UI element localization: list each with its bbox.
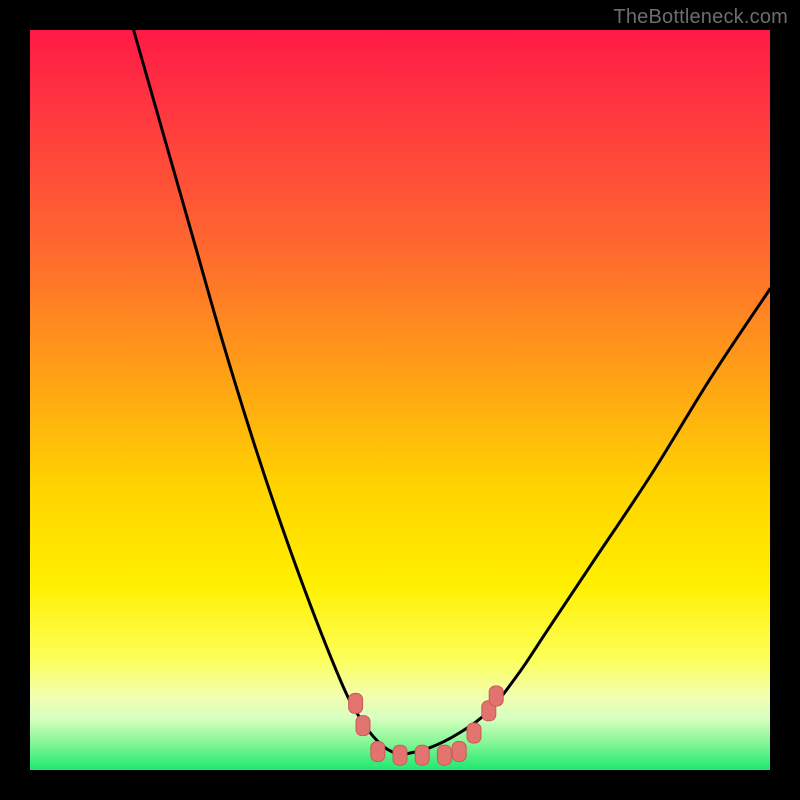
data-marker: [371, 742, 385, 762]
data-marker: [437, 745, 451, 765]
data-marker: [415, 745, 429, 765]
watermark-text: TheBottleneck.com: [613, 6, 788, 29]
chart-svg: [30, 30, 770, 770]
curve-left: [134, 30, 400, 755]
data-marker: [356, 716, 370, 736]
plot-area: [30, 30, 770, 770]
data-marker: [349, 693, 363, 713]
chart-frame: TheBottleneck.com: [0, 0, 800, 800]
data-marker: [489, 686, 503, 706]
curve-right: [400, 289, 770, 755]
marker-group: [349, 686, 504, 765]
curve-group: [134, 30, 770, 755]
data-marker: [452, 742, 466, 762]
data-marker: [467, 723, 481, 743]
data-marker: [393, 745, 407, 765]
